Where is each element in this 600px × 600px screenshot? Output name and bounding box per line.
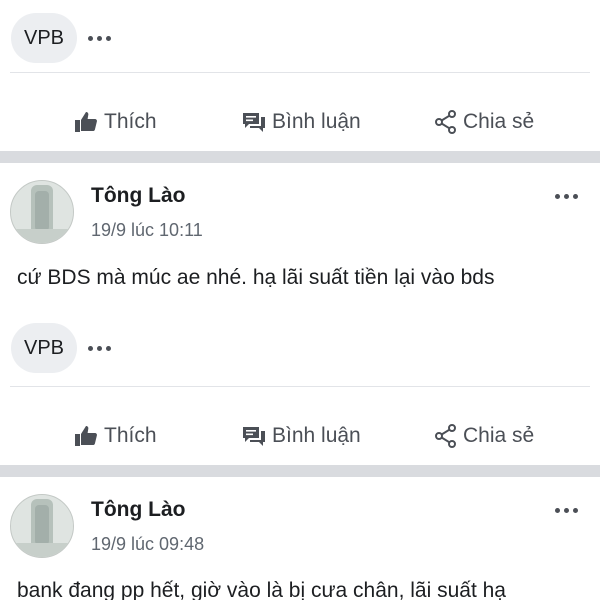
post-header: Tông Lào 19/9 lúc 10:11 <box>0 180 600 266</box>
comment-icon <box>242 111 266 133</box>
comment-label: Bình luận <box>272 110 361 133</box>
more-icon[interactable] <box>88 345 111 351</box>
like-button[interactable]: Thích <box>74 406 157 466</box>
share-icon <box>435 110 457 134</box>
share-button[interactable]: Chia sẻ <box>435 92 534 152</box>
like-label: Thích <box>104 424 157 447</box>
author-name[interactable]: Tông Lào <box>91 498 185 522</box>
like-label: Thích <box>104 110 157 133</box>
post-header: Tông Lào 19/9 lúc 09:48 <box>0 494 600 580</box>
post-text: bank đang pp hết, giờ vào là bị cưa chân… <box>17 579 506 600</box>
action-bar: Thích Bình luận Chia sẻ <box>0 92 600 152</box>
more-icon[interactable] <box>555 194 578 199</box>
post-timestamp[interactable]: 19/9 lúc 10:11 <box>91 220 203 241</box>
comment-button[interactable]: Bình luận <box>242 92 361 152</box>
divider <box>10 386 590 387</box>
post-separator <box>0 151 600 163</box>
post-timestamp[interactable]: 19/9 lúc 09:48 <box>91 534 204 555</box>
tag-chip[interactable]: VPB <box>11 323 77 373</box>
comment-button[interactable]: Bình luận <box>242 406 361 466</box>
like-icon <box>74 425 98 447</box>
post-text: cứ BDS mà múc ae nhé. hạ lãi suất tiền l… <box>17 266 495 289</box>
post-tag-row: VPB <box>0 0 600 76</box>
divider <box>10 72 590 73</box>
more-icon[interactable] <box>555 508 578 513</box>
action-bar: Thích Bình luận Chia sẻ <box>0 406 600 466</box>
share-icon <box>435 424 457 448</box>
avatar[interactable] <box>10 494 74 558</box>
avatar[interactable] <box>10 180 74 244</box>
share-label: Chia sẻ <box>463 110 535 133</box>
post-tag-row: VPB <box>0 310 600 386</box>
comment-label: Bình luận <box>272 424 361 447</box>
like-button[interactable]: Thích <box>74 92 157 152</box>
author-name[interactable]: Tông Lào <box>91 184 185 208</box>
share-label: Chia sẻ <box>463 424 535 447</box>
like-icon <box>74 111 98 133</box>
tag-chip[interactable]: VPB <box>11 13 77 63</box>
comment-icon <box>242 425 266 447</box>
post-separator <box>0 465 600 477</box>
more-icon[interactable] <box>88 35 111 41</box>
share-button[interactable]: Chia sẻ <box>435 406 534 466</box>
